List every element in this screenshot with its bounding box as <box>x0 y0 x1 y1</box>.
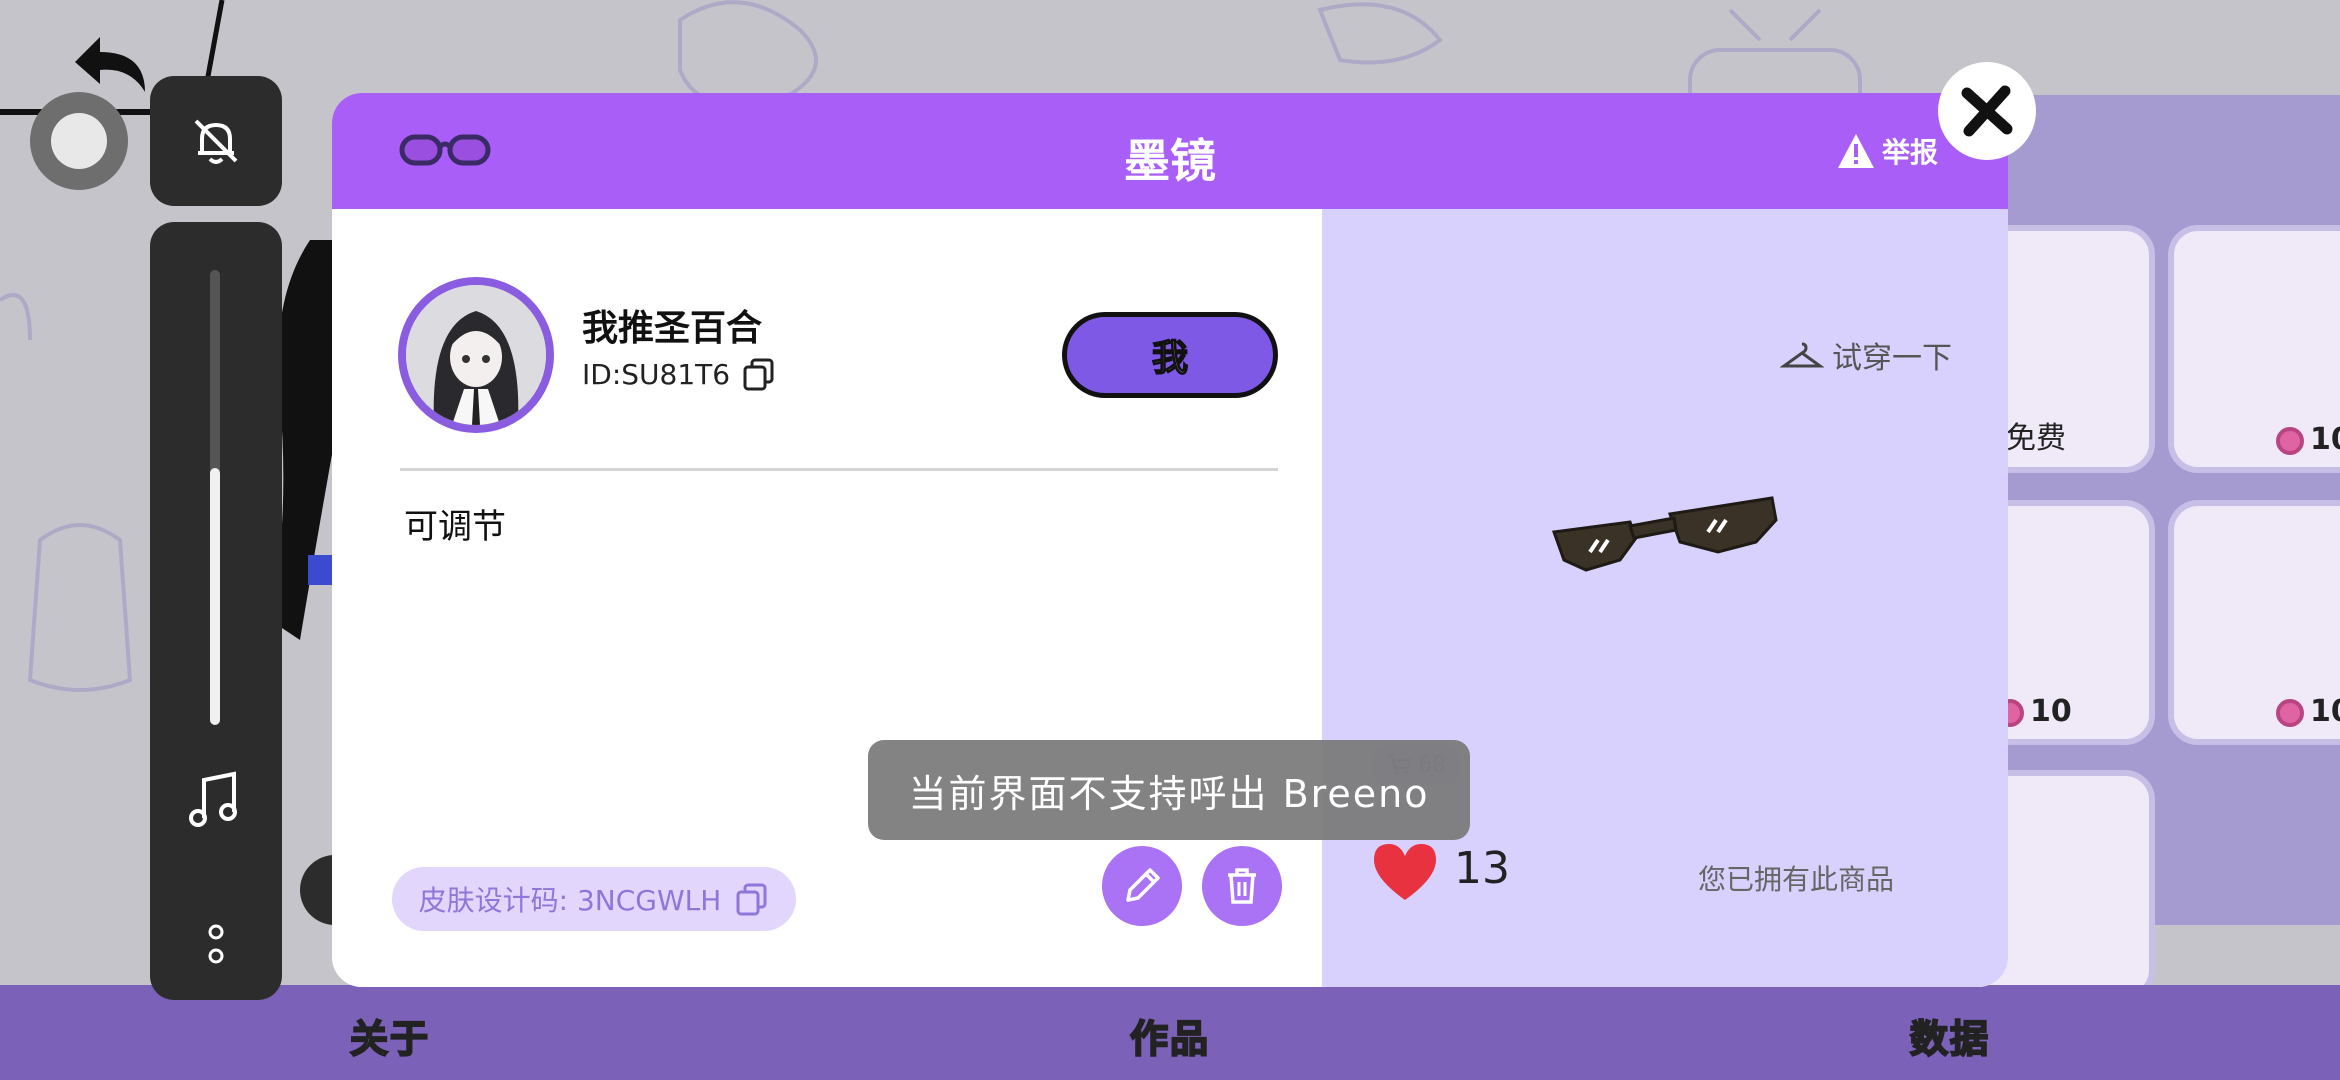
bell-off-icon <box>194 119 238 164</box>
report-label: 举报 <box>1881 136 1938 169</box>
avatar[interactable] <box>398 277 554 433</box>
skin-code-chip[interactable]: 皮肤设计码: 3NCGWLH <box>392 867 796 931</box>
coin-icon <box>2276 698 2304 727</box>
record-toggle[interactable] <box>30 92 128 190</box>
item-description: 可调节 <box>404 507 506 547</box>
system-toast: 当前界面不支持呼出 Breeno <box>868 740 1470 840</box>
music-note-icon[interactable] <box>186 770 242 830</box>
warning-icon <box>1837 134 1874 168</box>
hanger-icon <box>1780 342 1824 368</box>
item-title: 墨镜 <box>1124 134 1216 188</box>
avatar-image <box>406 285 546 425</box>
copy-icon <box>736 883 767 916</box>
creator-name: 我推圣百合 <box>582 308 763 349</box>
shop-tile[interactable]: 10 <box>2168 500 2340 745</box>
tab-data[interactable]: 数据 <box>1909 1008 1990 1063</box>
creator-info-pane: 我推圣百合 ID:SU81T6 我 可调节 皮肤设计码: 3NCGWLH <box>332 209 1322 987</box>
creator-id-row: ID:SU81T6 <box>582 357 776 391</box>
try-on-label: 试穿一下 <box>1832 341 1952 376</box>
shop-tile-price: 免费 <box>2006 421 2066 456</box>
mute-notification-button[interactable] <box>150 76 282 206</box>
shop-tile[interactable]: 10 <box>2168 225 2340 473</box>
divider <box>400 468 1278 471</box>
shop-tile-price: 10 <box>2276 694 2340 729</box>
coin-icon <box>2276 426 2304 455</box>
volume-slider-fill[interactable] <box>210 468 220 725</box>
trash-icon <box>1228 868 1256 904</box>
report-button[interactable]: 举报 <box>1836 131 1938 171</box>
like-count: 13 <box>1454 843 1510 894</box>
close-button[interactable] <box>1938 62 2036 160</box>
owned-status: 您已拥有此商品 <box>1698 863 1895 896</box>
skin-code-text: 皮肤设计码: 3NCGWLH <box>418 884 722 917</box>
record-dot-icon <box>51 113 107 169</box>
pencil-icon <box>1126 868 1160 902</box>
close-icon <box>1961 85 2013 137</box>
like-heart-icon[interactable] <box>1370 840 1440 904</box>
creator-id: ID:SU81T6 <box>582 357 731 391</box>
delete-button[interactable] <box>1202 846 1282 926</box>
tab-about[interactable]: 关于 <box>349 1008 430 1063</box>
tab-works[interactable]: 作品 <box>1129 1008 1210 1063</box>
shop-tile-price: 10 <box>2276 422 2340 457</box>
sunglasses-item-preview <box>1551 496 1778 572</box>
try-on-button[interactable]: 试穿一下 <box>1780 333 1952 377</box>
more-options-icon[interactable] <box>200 920 232 970</box>
modal-header: 墨镜 举报 <box>332 93 2008 209</box>
edit-button[interactable] <box>1102 846 1182 926</box>
copy-icon[interactable] <box>742 357 776 391</box>
me-button[interactable]: 我 <box>1062 312 1278 398</box>
